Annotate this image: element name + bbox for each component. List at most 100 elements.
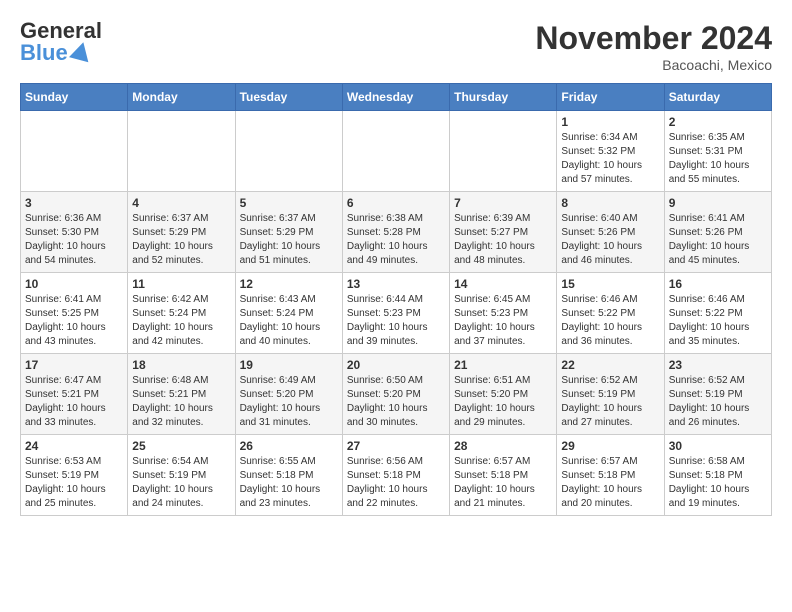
day-info: Sunrise: 6:53 AM Sunset: 5:19 PM Dayligh… (25, 455, 123, 511)
month-title: November 2024 (535, 20, 772, 57)
calendar-cell (450, 111, 557, 192)
day-info: Sunrise: 6:40 AM Sunset: 5:26 PM Dayligh… (561, 212, 659, 268)
calendar-cell: 10Sunrise: 6:41 AM Sunset: 5:25 PM Dayli… (21, 273, 128, 354)
calendar-cell: 29 Sunrise: 6:57 AM Sunset: 5:18 PM Dayli… (557, 435, 664, 516)
column-header-tuesday: Tuesday (235, 84, 342, 111)
day-info: Sunrise: 6:37 AM Sunset: 5:29 PM Dayligh… (132, 212, 230, 268)
calendar-week-row: 1 Sunrise: 6:34 AM Sunset: 5:32 PM Daylig… (21, 111, 772, 192)
day-info: Sunrise: 6:57 AM Sunset: 5:18 PM Dayligh… (454, 455, 552, 511)
calendar-cell: 13 Sunrise: 6:44 AM Sunset: 5:23 PM Dayli… (342, 273, 449, 354)
calendar-cell (342, 111, 449, 192)
calendar-cell: 28 Sunrise: 6:57 AM Sunset: 5:18 PM Dayli… (450, 435, 557, 516)
day-info: Sunrise: 6:41 AM Sunset: 5:25 PM Dayligh… (25, 293, 123, 349)
calendar-week-row: 24 Sunrise: 6:53 AM Sunset: 5:19 PM Dayli… (21, 435, 772, 516)
day-info: Sunrise: 6:48 AM Sunset: 5:21 PM Dayligh… (132, 374, 230, 430)
calendar-cell (21, 111, 128, 192)
calendar-cell: 12Sunrise: 6:43 AM Sunset: 5:24 PM Dayli… (235, 273, 342, 354)
day-number: 28 (454, 439, 552, 453)
calendar-cell: 25 Sunrise: 6:54 AM Sunset: 5:19 PM Dayli… (128, 435, 235, 516)
day-info: Sunrise: 6:58 AM Sunset: 5:18 PM Dayligh… (669, 455, 767, 511)
day-number: 11 (132, 277, 230, 291)
day-info: Sunrise: 6:47 AM Sunset: 5:21 PM Dayligh… (25, 374, 123, 430)
calendar-week-row: 3 Sunrise: 6:36 AM Sunset: 5:30 PM Daylig… (21, 192, 772, 273)
day-info: Sunrise: 6:54 AM Sunset: 5:19 PM Dayligh… (132, 455, 230, 511)
column-header-saturday: Saturday (664, 84, 771, 111)
column-header-friday: Friday (557, 84, 664, 111)
day-number: 15 (561, 277, 659, 291)
day-number: 7 (454, 196, 552, 210)
day-number: 22 (561, 358, 659, 372)
day-number: 29 (561, 439, 659, 453)
day-number: 30 (669, 439, 767, 453)
day-number: 9 (669, 196, 767, 210)
day-number: 2 (669, 115, 767, 129)
calendar-cell: 26 Sunrise: 6:55 AM Sunset: 5:18 PM Dayli… (235, 435, 342, 516)
day-number: 3 (25, 196, 123, 210)
day-number: 23 (669, 358, 767, 372)
day-number: 4 (132, 196, 230, 210)
day-number: 20 (347, 358, 445, 372)
calendar-week-row: 10Sunrise: 6:41 AM Sunset: 5:25 PM Dayli… (21, 273, 772, 354)
logo-image: General Blue (20, 20, 102, 64)
day-info: Sunrise: 6:42 AM Sunset: 5:24 PM Dayligh… (132, 293, 230, 349)
logo-blue-text: Blue (20, 42, 68, 64)
day-number: 17 (25, 358, 123, 372)
calendar-cell: 16Sunrise: 6:46 AM Sunset: 5:22 PM Dayli… (664, 273, 771, 354)
day-info: Sunrise: 6:34 AM Sunset: 5:32 PM Dayligh… (561, 131, 659, 187)
day-info: Sunrise: 6:51 AM Sunset: 5:20 PM Dayligh… (454, 374, 552, 430)
calendar-cell: 9 Sunrise: 6:41 AM Sunset: 5:26 PM Daylig… (664, 192, 771, 273)
calendar-cell: 5Sunrise: 6:37 AM Sunset: 5:29 PM Daylig… (235, 192, 342, 273)
calendar-cell: 8 Sunrise: 6:40 AM Sunset: 5:26 PM Daylig… (557, 192, 664, 273)
column-header-sunday: Sunday (21, 84, 128, 111)
day-info: Sunrise: 6:36 AM Sunset: 5:30 PM Dayligh… (25, 212, 123, 268)
column-header-wednesday: Wednesday (342, 84, 449, 111)
day-number: 26 (240, 439, 338, 453)
column-header-monday: Monday (128, 84, 235, 111)
day-info: Sunrise: 6:35 AM Sunset: 5:31 PM Dayligh… (669, 131, 767, 187)
day-number: 21 (454, 358, 552, 372)
day-info: Sunrise: 6:49 AM Sunset: 5:20 PM Dayligh… (240, 374, 338, 430)
day-number: 8 (561, 196, 659, 210)
calendar-cell: 17 Sunrise: 6:47 AM Sunset: 5:21 PM Dayli… (21, 354, 128, 435)
day-number: 1 (561, 115, 659, 129)
calendar-cell: 19 Sunrise: 6:49 AM Sunset: 5:20 PM Dayli… (235, 354, 342, 435)
calendar-cell: 24 Sunrise: 6:53 AM Sunset: 5:19 PM Dayli… (21, 435, 128, 516)
calendar-cell: 30 Sunrise: 6:58 AM Sunset: 5:18 PM Dayli… (664, 435, 771, 516)
logo-general: General (20, 20, 102, 42)
day-info: Sunrise: 6:41 AM Sunset: 5:26 PM Dayligh… (669, 212, 767, 268)
day-info: Sunrise: 6:44 AM Sunset: 5:23 PM Dayligh… (347, 293, 445, 349)
calendar-cell: 2 Sunrise: 6:35 AM Sunset: 5:31 PM Daylig… (664, 111, 771, 192)
calendar-cell: 27Sunrise: 6:56 AM Sunset: 5:18 PM Dayli… (342, 435, 449, 516)
day-info: Sunrise: 6:55 AM Sunset: 5:18 PM Dayligh… (240, 455, 338, 511)
day-info: Sunrise: 6:56 AM Sunset: 5:18 PM Dayligh… (347, 455, 445, 511)
calendar-cell: 14 Sunrise: 6:45 AM Sunset: 5:23 PM Dayli… (450, 273, 557, 354)
calendar-cell: 11 Sunrise: 6:42 AM Sunset: 5:24 PM Dayli… (128, 273, 235, 354)
day-number: 14 (454, 277, 552, 291)
title-block: November 2024 Bacoachi, Mexico (535, 20, 772, 73)
logo-triangle-icon (69, 40, 93, 63)
day-info: Sunrise: 6:57 AM Sunset: 5:18 PM Dayligh… (561, 455, 659, 511)
calendar-cell: 6Sunrise: 6:38 AM Sunset: 5:28 PM Daylig… (342, 192, 449, 273)
calendar-cell: 18Sunrise: 6:48 AM Sunset: 5:21 PM Dayli… (128, 354, 235, 435)
calendar-week-row: 17 Sunrise: 6:47 AM Sunset: 5:21 PM Dayli… (21, 354, 772, 435)
day-info: Sunrise: 6:52 AM Sunset: 5:19 PM Dayligh… (669, 374, 767, 430)
day-info: Sunrise: 6:45 AM Sunset: 5:23 PM Dayligh… (454, 293, 552, 349)
calendar-cell: 1 Sunrise: 6:34 AM Sunset: 5:32 PM Daylig… (557, 111, 664, 192)
calendar-cell: 4 Sunrise: 6:37 AM Sunset: 5:29 PM Daylig… (128, 192, 235, 273)
calendar-header-row: SundayMondayTuesdayWednesdayThursdayFrid… (21, 84, 772, 111)
day-number: 24 (25, 439, 123, 453)
logo: General Blue (20, 20, 102, 64)
calendar-cell: 21 Sunrise: 6:51 AM Sunset: 5:20 PM Dayli… (450, 354, 557, 435)
calendar-cell: 22Sunrise: 6:52 AM Sunset: 5:19 PM Dayli… (557, 354, 664, 435)
day-info: Sunrise: 6:46 AM Sunset: 5:22 PM Dayligh… (561, 293, 659, 349)
day-info: Sunrise: 6:38 AM Sunset: 5:28 PM Dayligh… (347, 212, 445, 268)
location-subtitle: Bacoachi, Mexico (535, 57, 772, 73)
calendar-cell: 7Sunrise: 6:39 AM Sunset: 5:27 PM Daylig… (450, 192, 557, 273)
day-number: 13 (347, 277, 445, 291)
calendar-cell: 3 Sunrise: 6:36 AM Sunset: 5:30 PM Daylig… (21, 192, 128, 273)
day-number: 19 (240, 358, 338, 372)
day-number: 5 (240, 196, 338, 210)
day-number: 12 (240, 277, 338, 291)
day-number: 25 (132, 439, 230, 453)
day-info: Sunrise: 6:46 AM Sunset: 5:22 PM Dayligh… (669, 293, 767, 349)
